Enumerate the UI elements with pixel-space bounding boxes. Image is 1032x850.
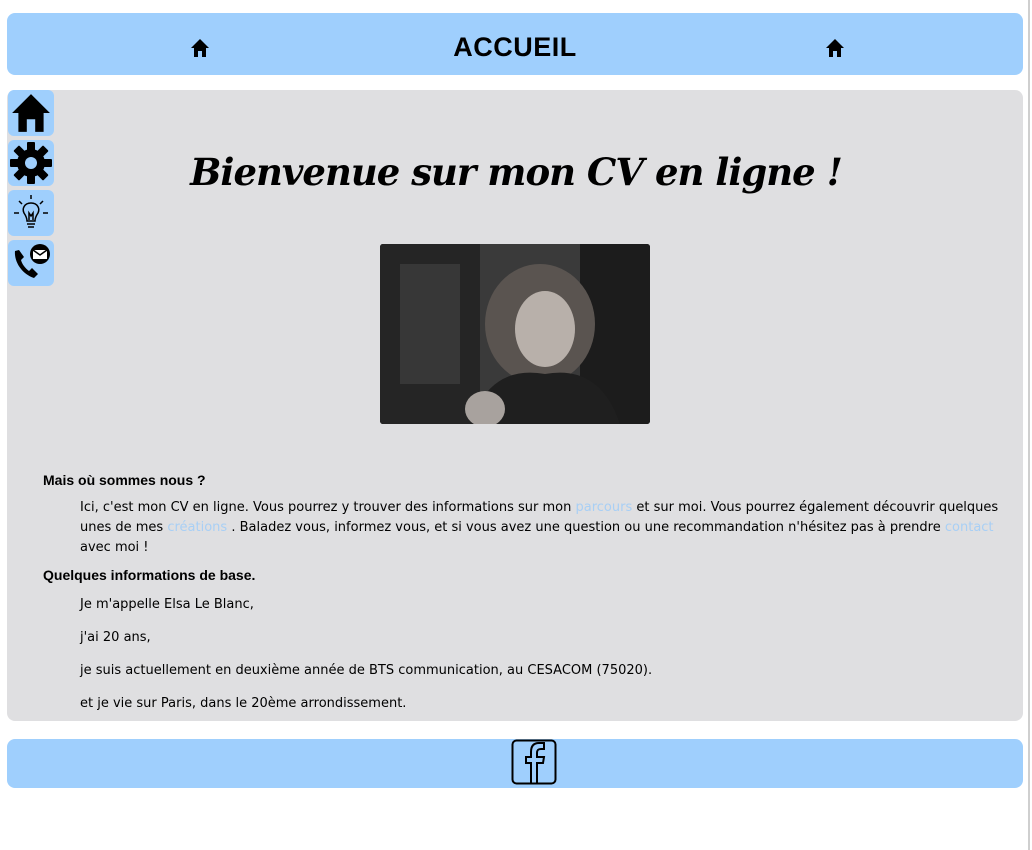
info-line: Je m'appelle Elsa Le Blanc,	[80, 597, 254, 612]
info-line: je suis actuellement en deuxième année d…	[80, 663, 653, 678]
section-heading: Quelques informations de base.	[43, 567, 256, 583]
info-line: j'ai 20 ans,	[80, 630, 151, 645]
parcours-link[interactable]: parcours	[576, 500, 633, 515]
intro-text: avec moi !	[80, 540, 149, 555]
phone-mail-icon	[14, 244, 50, 278]
intro-text: Ici, c'est mon CV en ligne. Vous pourrez…	[80, 500, 576, 515]
nav-home-button[interactable]	[8, 90, 54, 136]
page-title: ACCUEIL	[453, 32, 577, 62]
nav-ideas-button[interactable]	[8, 190, 54, 236]
info-line: et je vie sur Paris, dans le 20ème arron…	[80, 696, 407, 711]
nav-contact-button[interactable]	[8, 240, 54, 286]
portrait-photo	[380, 244, 650, 424]
home-icon[interactable]	[825, 38, 845, 63]
page-scroll-edge	[1028, 0, 1030, 850]
home-icon	[12, 94, 50, 132]
facebook-icon[interactable]	[511, 739, 557, 790]
creations-link[interactable]: créations	[167, 520, 227, 535]
page-footer	[7, 739, 1023, 788]
welcome-heading: Bienvenue sur mon CV en ligne !	[190, 150, 843, 194]
section-heading: Mais où sommes nous ?	[43, 472, 206, 488]
intro-paragraph: Ici, c'est mon CV en ligne. Vous pourrez…	[80, 498, 1018, 558]
intro-text: . Baladez vous, informez vous, et si vou…	[227, 520, 945, 535]
lightbulb-icon	[14, 195, 48, 228]
page-header: ACCUEIL	[7, 13, 1023, 75]
content-section: Mais où sommes nous ? Ici, c'est mon CV …	[43, 472, 1018, 714]
contact-link[interactable]: contact	[945, 520, 994, 535]
